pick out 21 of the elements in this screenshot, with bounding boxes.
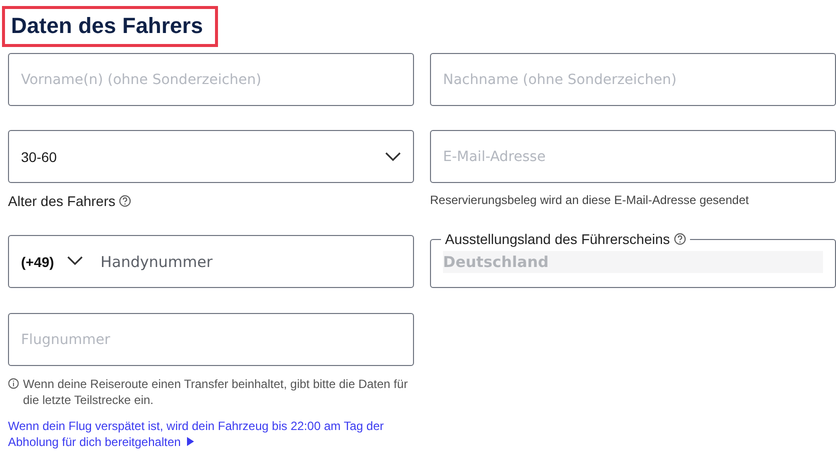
info-icon	[8, 378, 19, 389]
text-field[interactable]: Flugnummer	[8, 313, 414, 366]
age-select[interactable]: 30-60	[8, 130, 414, 183]
text-field[interactable]: Nachname (ohne Sonderzeichen)	[430, 53, 836, 106]
country-value: Deutschland	[443, 251, 823, 273]
help-icon[interactable]	[674, 233, 686, 245]
chevron-icon	[66, 256, 83, 266]
text-field[interactable]: E-Mail-Adresse	[430, 130, 836, 183]
field-label: Alter des Fahrers	[8, 193, 116, 209]
play-icon	[186, 437, 194, 446]
field-label: Ausstellungsland des Führerscheins	[445, 231, 670, 247]
chevron-icon	[385, 152, 401, 162]
hint-text: Reservierungsbeleg wird an diese E-Mail-Adresse gesendet	[430, 193, 749, 207]
country-code[interactable]: (+49)	[21, 254, 67, 270]
info-text: Wenn deine Reiseroute einen Transfer beinhaltet, gibt bitte die Daten für die letzte Teilstrecke ein.	[23, 376, 409, 408]
section-title: Daten des Fahrers	[2, 6, 218, 47]
flight-delay-link[interactable]: Wenn dein Flug verspätet ist, wird dein Fahrzeug bis 22:00 am Tag der Abholung für dich bereitgehalten	[8, 418, 414, 450]
text-field[interactable]: Vorname(n) (ohne Sonderzeichen)	[8, 53, 414, 106]
phone-number-input[interactable]: Handynummer	[98, 252, 401, 272]
phone-field[interactable]: (+49) Handynummer	[8, 235, 414, 288]
help-icon[interactable]	[119, 195, 132, 207]
